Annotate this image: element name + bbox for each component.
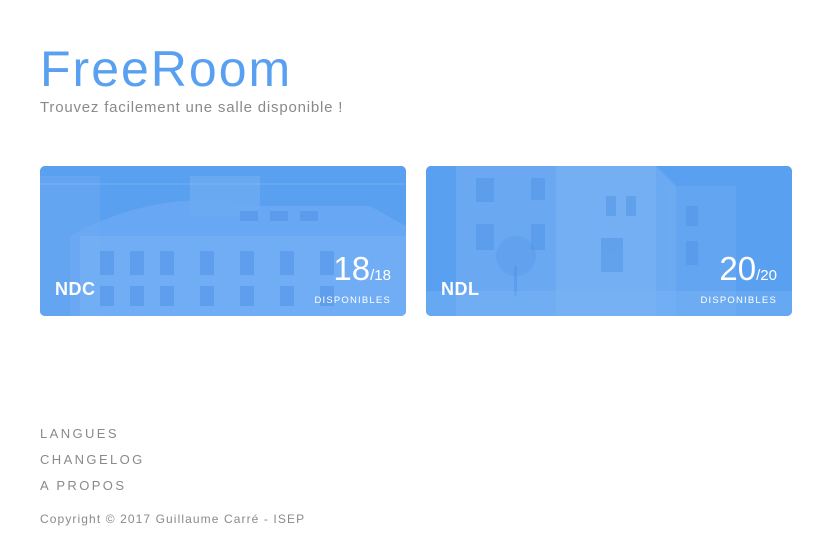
campus-card-ndl[interactable]: NDL 20/20 DISPONIBLES [426,166,792,316]
footer-link-a-propos[interactable]: A PROPOS [40,473,145,499]
footer-link-changelog[interactable]: CHANGELOG [40,447,145,473]
header: FreeRoom Trouvez facilement une salle di… [40,40,343,118]
app-subtitle: Trouvez facilement une salle disponible … [40,99,344,116]
footer-link-langues[interactable]: LANGUES [40,421,145,447]
campus-cards: NDC 18/18 DISPONIBLES NDL 20/20 DISPONIB… [40,166,792,316]
availability-ndc: 18/18 DISPONIBLES [314,250,391,307]
available-label-ndl: DISPONIBLES [700,295,777,306]
footer-nav: LANGUES CHANGELOG A PROPOS [40,421,145,499]
campus-card-ndc[interactable]: NDC 18/18 DISPONIBLES [40,166,406,316]
total-count-ndc: /18 [370,267,391,284]
campus-name-ndl: NDL [441,279,480,299]
available-label-ndc: DISPONIBLES [314,295,391,306]
app-title: FreeRoom [40,41,293,97]
available-count-ndl: 20 [719,250,757,287]
total-count-ndl: /20 [756,267,777,284]
page: FreeRoom Trouvez facilement une salle di… [0,0,832,541]
copyright: Copyright © 2017 Guillaume Carré - ISEP [40,512,306,526]
campus-name-ndc: NDC [55,279,96,299]
available-count-ndc: 18 [333,250,371,287]
availability-ndl: 20/20 DISPONIBLES [700,250,777,307]
